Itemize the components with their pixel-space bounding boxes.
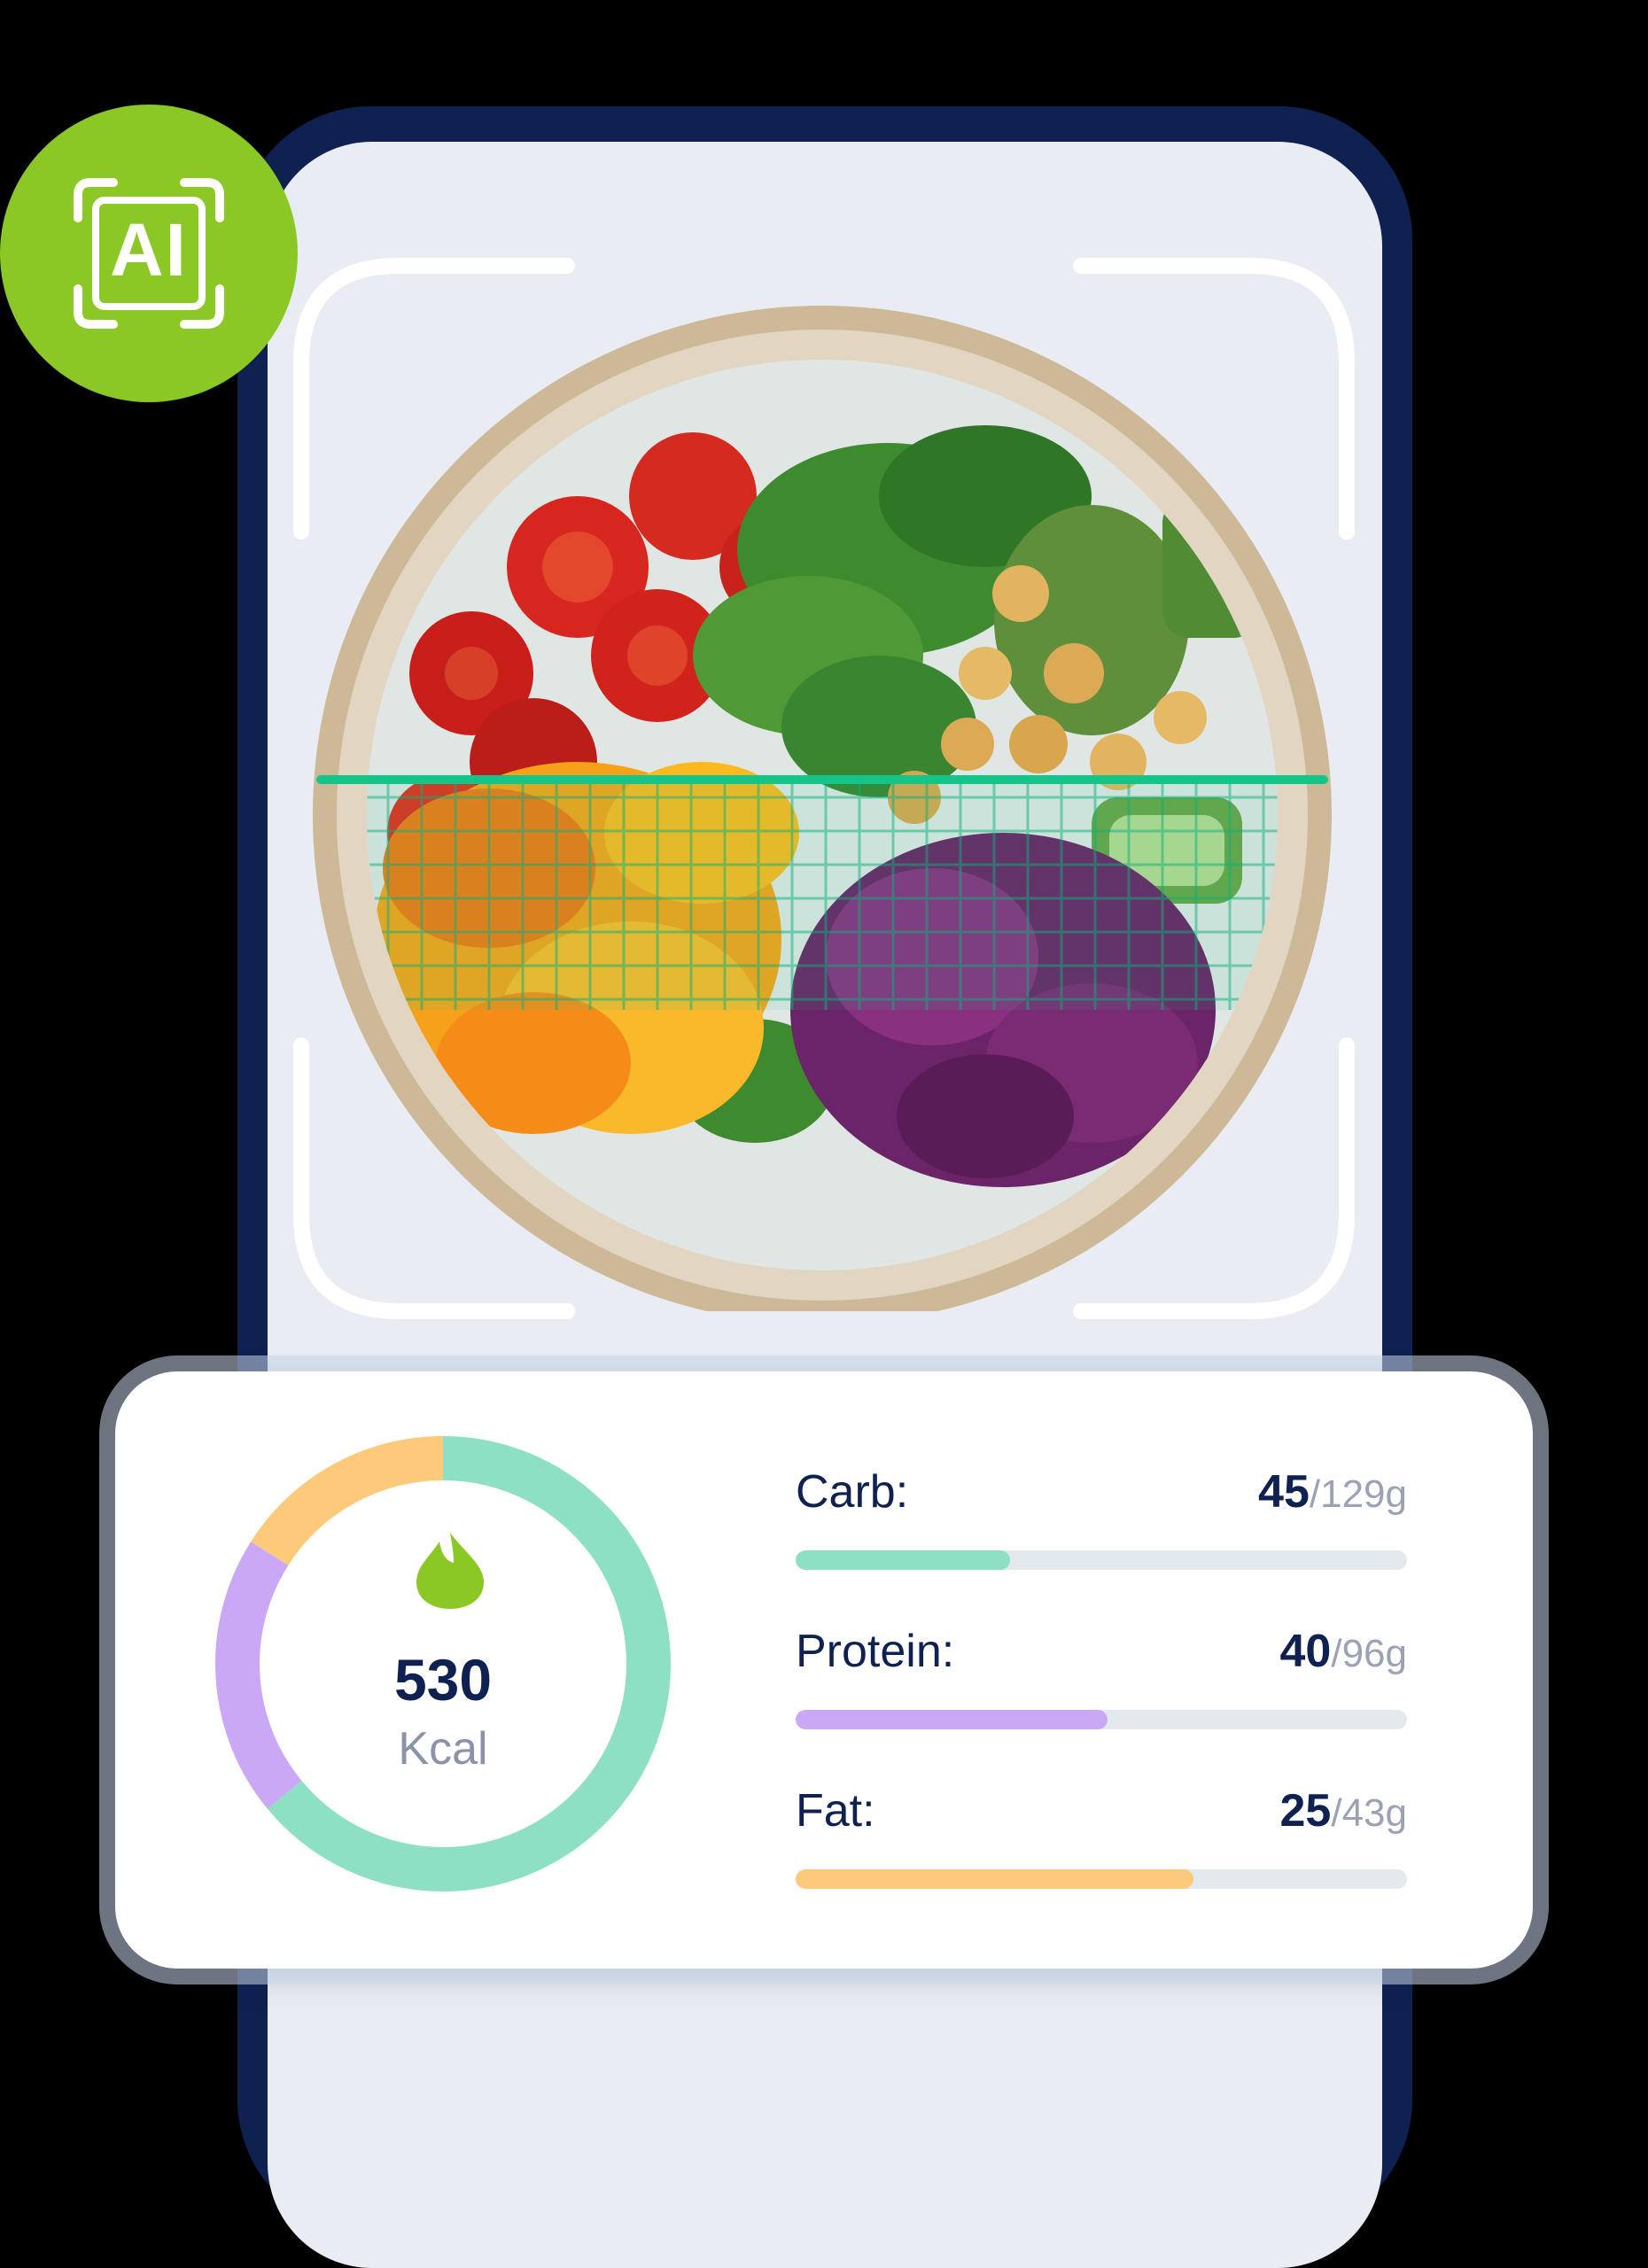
macro-progress-track <box>796 1550 1407 1570</box>
flame-icon <box>416 1533 484 1609</box>
ai-badge-label: AI <box>110 208 188 291</box>
macro-total: /43g <box>1331 1791 1407 1835</box>
food-photo <box>313 306 1332 1311</box>
macro-label: Fat: <box>796 1785 875 1837</box>
macro-current: 40 <box>1279 1626 1332 1677</box>
macro-value: 45/129g <box>1258 1465 1407 1518</box>
macro-current: 45 <box>1258 1466 1310 1518</box>
macro-progress-fill <box>796 1869 1193 1889</box>
macro-value: 25/43g <box>1280 1784 1407 1837</box>
macro-carb: Carb: 45/129g <box>796 1465 1407 1598</box>
macro-total: /129g <box>1309 1472 1407 1516</box>
macro-progress-track <box>796 1869 1407 1889</box>
macro-value: 40/96g <box>1280 1625 1407 1678</box>
scan-grid <box>367 780 1278 1010</box>
calorie-value: 530 <box>393 1647 493 1713</box>
macro-label: Protein: <box>796 1626 955 1677</box>
macro-total: /96g <box>1331 1632 1407 1675</box>
macro-fat: Fat: 25/43g <box>796 1784 1407 1917</box>
macro-progress-track <box>796 1710 1407 1729</box>
calorie-unit: Kcal <box>398 1723 488 1775</box>
macro-current: 25 <box>1279 1785 1332 1837</box>
macro-protein: Protein: 40/96g <box>796 1625 1407 1758</box>
macro-progress-fill <box>796 1710 1108 1729</box>
nutrition-card: 530 Kcal Carb: 45/129g Protein: 40/96g F… <box>115 1371 1533 1969</box>
ai-badge: AI <box>0 105 298 402</box>
macro-progress-fill <box>796 1550 1010 1570</box>
macro-label: Carb: <box>796 1466 909 1518</box>
